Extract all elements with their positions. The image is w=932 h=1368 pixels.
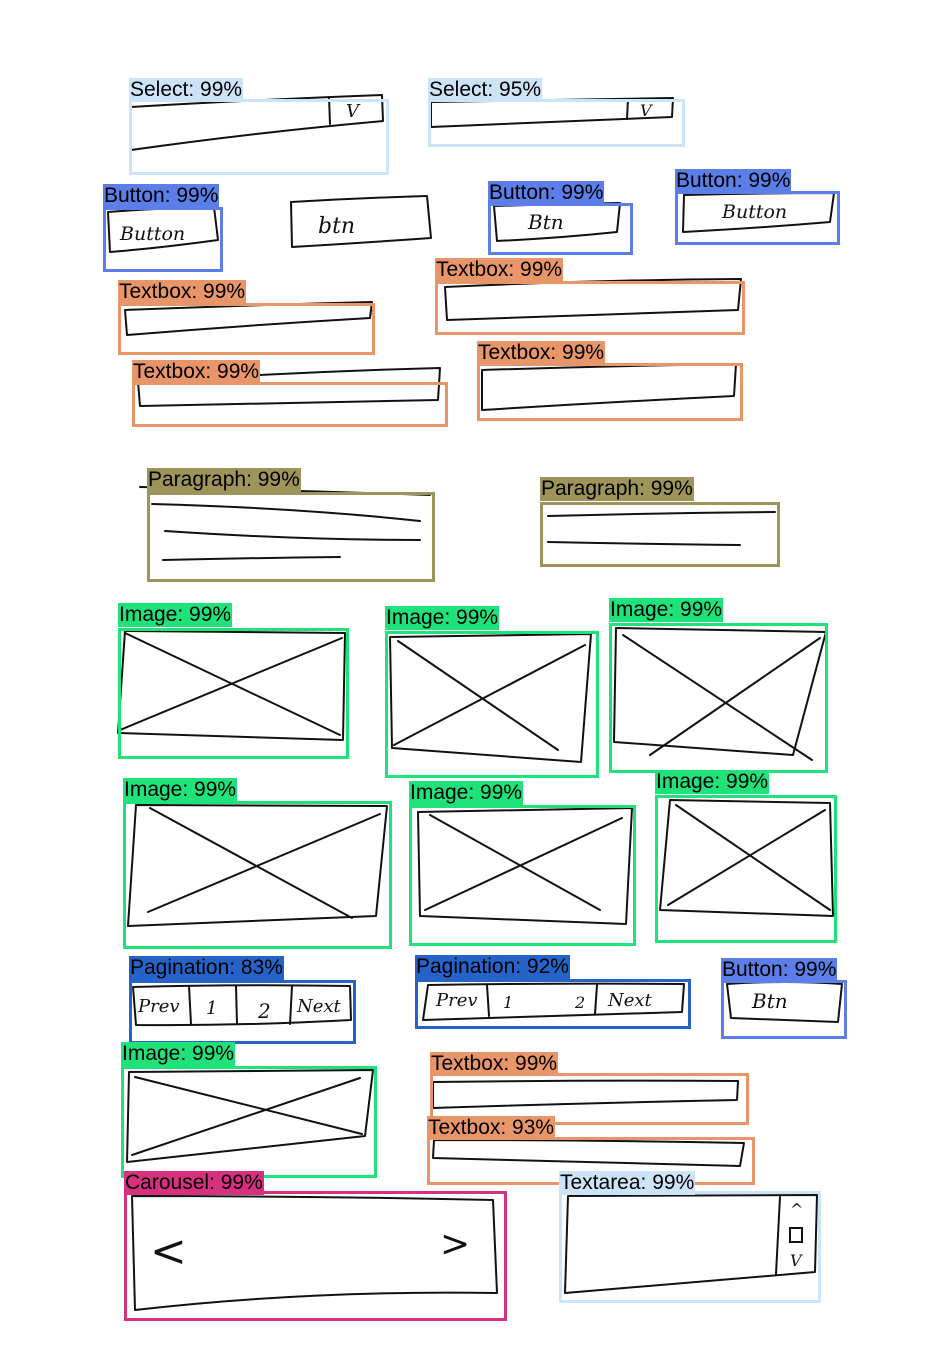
detection-label: Textbox: 99% <box>118 280 247 304</box>
detection-box <box>675 191 840 245</box>
detection-label: Textbox: 99% <box>477 341 606 365</box>
detection-label: Button: 99% <box>488 181 605 205</box>
detection-box <box>129 99 389 175</box>
detection-label: Image: 99% <box>385 606 500 630</box>
detection-box <box>488 203 633 255</box>
detection-box <box>103 207 223 272</box>
detection-label: Carousel: 99% <box>124 1171 264 1195</box>
detection-box <box>129 980 356 1044</box>
detection-box <box>118 303 375 355</box>
button-unlabeled-text: btn <box>318 214 355 239</box>
detection-label: Button: 99% <box>721 958 838 982</box>
detection-label: Textbox: 99% <box>430 1052 559 1076</box>
detection-box <box>385 631 599 778</box>
detection-label: Image: 99% <box>118 603 233 627</box>
detection-label: Pagination: 83% <box>129 956 284 980</box>
detection-box <box>609 623 828 773</box>
detection-label: Button: 99% <box>103 184 220 208</box>
detection-label: Textbox: 99% <box>435 258 564 282</box>
detection-box <box>124 1191 507 1321</box>
sketch-button-unlabeled: btn <box>290 195 432 248</box>
detection-box <box>435 281 745 335</box>
detection-box <box>477 363 743 421</box>
detection-box <box>147 492 435 582</box>
detection-label: Image: 99% <box>655 770 770 794</box>
detection-label: Image: 99% <box>123 778 238 802</box>
detection-label: Textbox: 99% <box>132 360 261 384</box>
detection-label: Paragraph: 99% <box>147 468 301 492</box>
detection-box <box>415 979 691 1029</box>
detection-label: Button: 99% <box>675 169 792 193</box>
detection-box <box>409 805 636 946</box>
detection-label: Select: 99% <box>129 78 244 102</box>
detection-label: Pagination: 92% <box>415 955 570 979</box>
detection-box <box>121 1066 377 1178</box>
detection-label: Paragraph: 99% <box>540 477 694 501</box>
detection-box <box>428 99 685 147</box>
detection-label: Textarea: 99% <box>559 1171 696 1195</box>
detection-box <box>540 502 780 567</box>
detection-label: Image: 99% <box>609 598 724 622</box>
detection-box <box>132 382 448 427</box>
detection-box <box>655 795 837 943</box>
detection-label: Select: 95% <box>428 78 543 102</box>
detection-box <box>559 1191 821 1303</box>
detection-box <box>118 628 349 759</box>
detection-label: Image: 99% <box>121 1042 236 1066</box>
detection-box <box>721 980 847 1039</box>
detection-box <box>123 801 392 949</box>
detection-label: Textbox: 93% <box>427 1116 556 1140</box>
detection-label: Image: 99% <box>409 781 524 805</box>
